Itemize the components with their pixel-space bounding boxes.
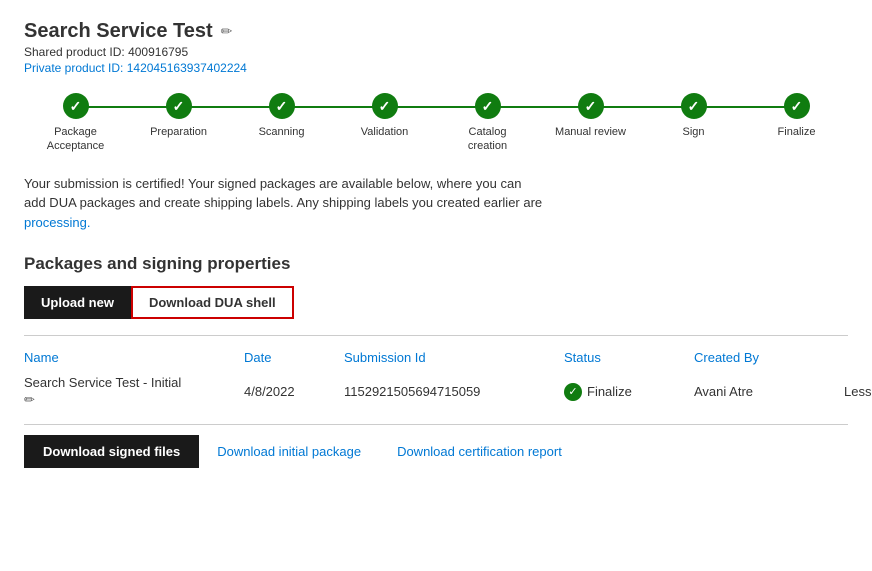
step-finalize: ✓ Finalize	[745, 93, 848, 139]
bottom-divider	[24, 424, 848, 425]
step-label: Preparation	[150, 125, 207, 139]
row-date: 4/8/2022	[244, 384, 344, 399]
row-status: ✓ Finalize	[564, 383, 694, 401]
step-label: Finalize	[778, 125, 816, 139]
step-circle: ✓	[784, 93, 810, 119]
notification-text: Your submission is certified! Your signe…	[24, 174, 848, 233]
section-title: Packages and signing properties	[24, 254, 848, 274]
status-label: Finalize	[587, 384, 632, 399]
action-row: Download signed files Download initial p…	[24, 435, 848, 468]
col-submission-id: Submission Id	[344, 350, 564, 365]
step-circle: ✓	[578, 93, 604, 119]
step-label: Manual review	[555, 125, 626, 139]
less-button[interactable]: Less ∧	[844, 384, 872, 400]
step-circle: ✓	[475, 93, 501, 119]
step-catalog-creation: ✓ Catalogcreation	[436, 93, 539, 154]
table-header: Name Date Submission Id Status Created B…	[24, 346, 848, 369]
step-label: Validation	[361, 125, 409, 139]
col-date: Date	[244, 350, 344, 365]
row-created-by: Avani Atre	[694, 384, 844, 399]
row-submission-id: 1152921505694715059	[344, 384, 564, 399]
download-signed-button[interactable]: Download signed files	[24, 435, 199, 468]
step-scanning: ✓ Scanning	[230, 93, 333, 139]
table-row: Search Service Test - Initial ✏ 4/8/2022…	[24, 369, 848, 414]
download-dua-button[interactable]: Download DUA shell	[131, 286, 294, 319]
step-circle: ✓	[166, 93, 192, 119]
step-label: Catalogcreation	[468, 125, 507, 154]
row-name-col: Search Service Test - Initial ✏	[24, 375, 244, 408]
step-package-acceptance: ✓ PackageAcceptance	[24, 93, 127, 154]
col-name: Name	[24, 350, 244, 365]
progress-steps: ✓ PackageAcceptance ✓ Preparation ✓ Scan…	[24, 93, 848, 154]
col-status: Status	[564, 350, 694, 365]
step-label: Scanning	[259, 125, 305, 139]
step-validation: ✓ Validation	[333, 93, 436, 139]
download-initial-link[interactable]: Download initial package	[199, 436, 379, 467]
step-circle: ✓	[63, 93, 89, 119]
step-manual-review: ✓ Manual review	[539, 93, 642, 139]
step-circle: ✓	[372, 93, 398, 119]
edit-title-icon[interactable]: ✏	[221, 23, 233, 40]
private-product-id: Private product ID: 142045163937402224	[24, 61, 848, 75]
table-top-divider	[24, 335, 848, 336]
shared-product-id: Shared product ID: 400916795	[24, 45, 848, 59]
status-icon: ✓	[564, 383, 582, 401]
upload-new-button[interactable]: Upload new	[24, 286, 131, 319]
step-circle: ✓	[681, 93, 707, 119]
edit-row-icon[interactable]: ✏	[24, 392, 244, 408]
step-circle: ✓	[269, 93, 295, 119]
col-created-by: Created By	[694, 350, 844, 365]
step-sign: ✓ Sign	[642, 93, 745, 139]
download-cert-link[interactable]: Download certification report	[379, 436, 580, 467]
processing-link[interactable]: processing.	[24, 215, 90, 230]
step-preparation: ✓ Preparation	[127, 93, 230, 139]
step-label: Sign	[682, 125, 704, 139]
col-action	[844, 350, 872, 365]
row-name: Search Service Test - Initial	[24, 375, 244, 390]
page-title: Search Service Test	[24, 20, 213, 43]
step-label: PackageAcceptance	[47, 125, 104, 154]
button-row: Upload new Download DUA shell	[24, 286, 848, 319]
